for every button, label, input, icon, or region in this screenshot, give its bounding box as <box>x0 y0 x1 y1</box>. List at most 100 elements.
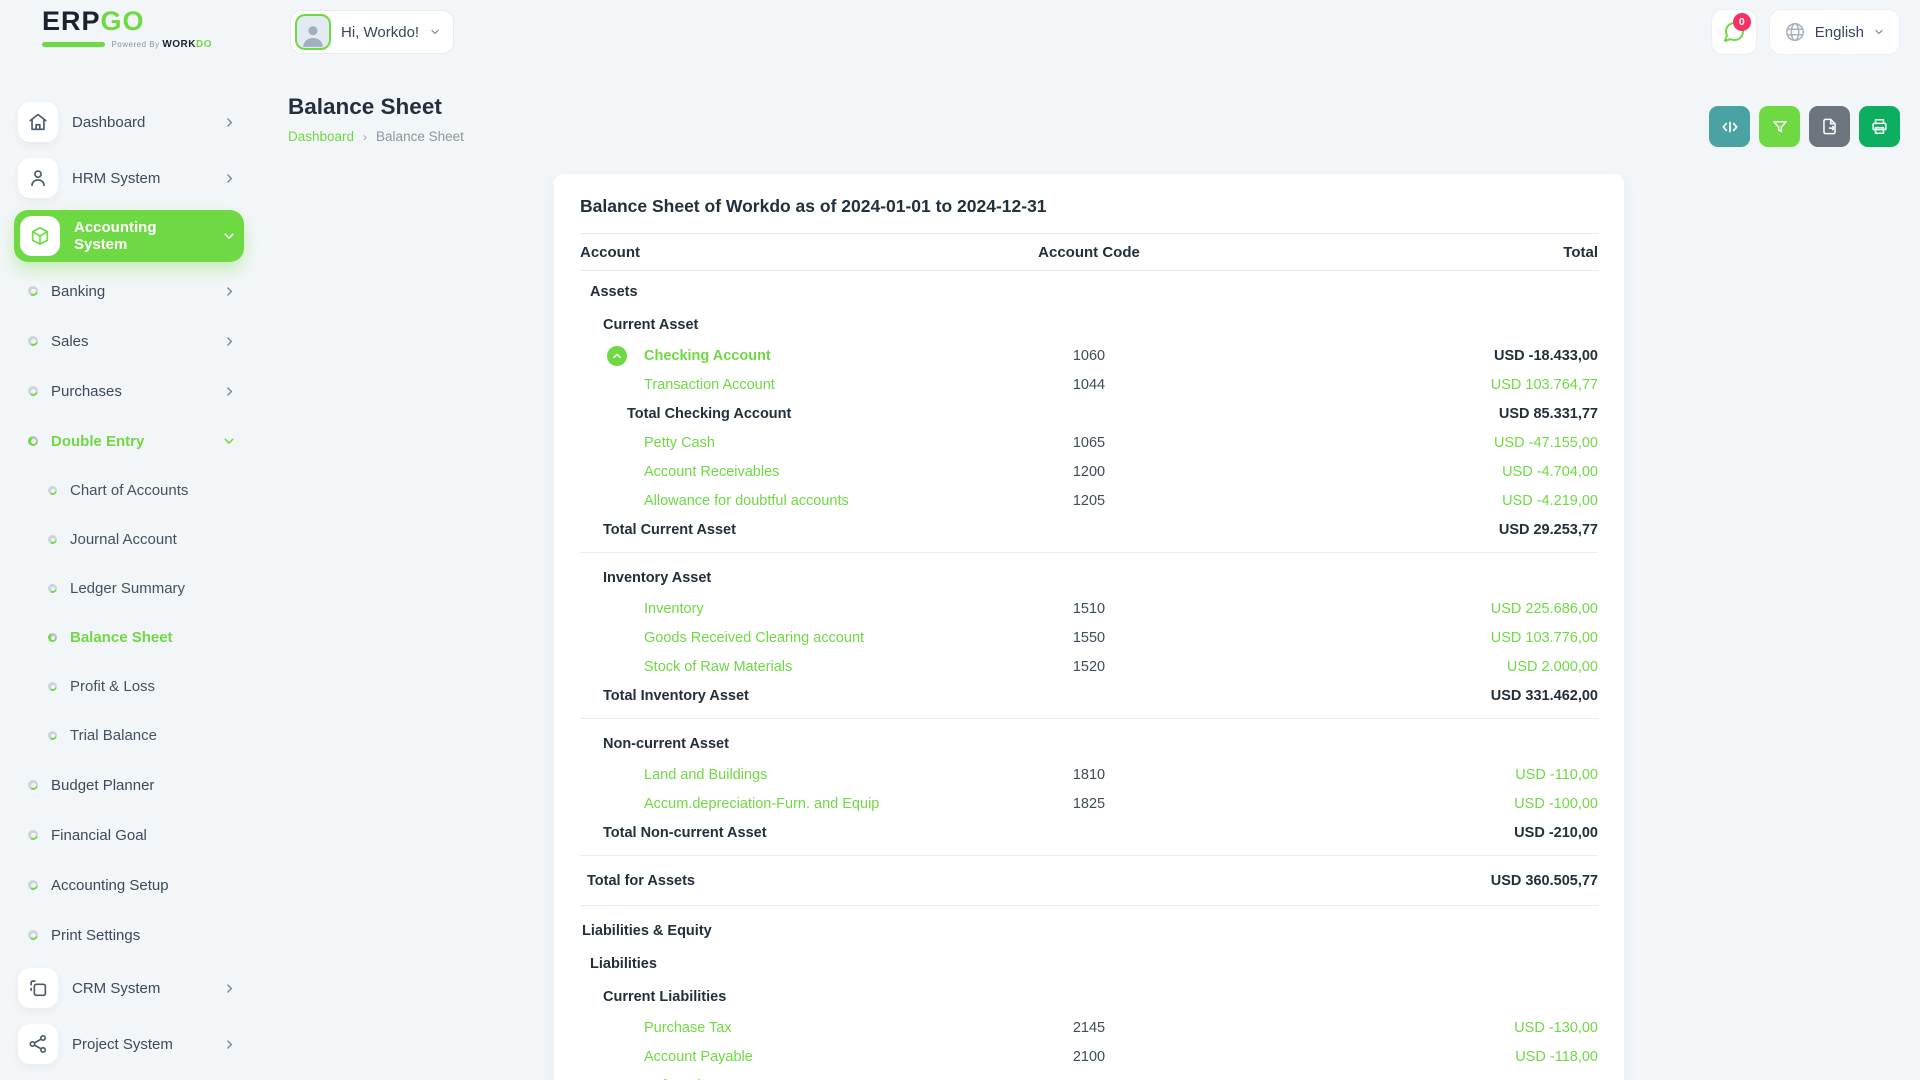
chevron-down-icon <box>222 434 236 448</box>
sidebar-item-accounting-setup[interactable]: Accounting Setup <box>14 860 244 910</box>
table-row: Goods Received Clearing account 1550 USD 1… <box>580 623 1598 652</box>
erpgo-app: ERPGO Powered By WORKDO Hi, Workdo! 0 En… <box>0 0 1920 1080</box>
sidebar-item-purchases[interactable]: Purchases <box>14 366 244 416</box>
column-total: Total <box>1563 243 1598 261</box>
main-content: Balance Sheet Dashboard › Balance Sheet <box>258 64 1920 1080</box>
bullet-icon <box>28 780 38 790</box>
sidebar-item-dashboard[interactable]: Dashboard <box>14 94 244 150</box>
bullet-icon <box>28 930 38 940</box>
sidebar-item-label: Ledger Summary <box>70 580 186 597</box>
sidebar-item-label: Chart of Accounts <box>70 482 189 499</box>
account-name[interactable]: Checking Account <box>580 345 979 366</box>
sidebar-item-label: Trial Balance <box>70 727 157 744</box>
table-header: Account Account Code Total <box>580 234 1598 271</box>
account-name: Inventory Asset <box>603 569 712 586</box>
account-name[interactable]: Accum.depreciation-Furn. and Equip <box>580 796 979 812</box>
account-name[interactable]: Transaction Account <box>580 377 979 393</box>
account-total: USD -100,00 <box>1514 795 1598 812</box>
account-name[interactable]: Land and Buildings <box>580 767 979 783</box>
table-row: Total Non-current Asset USD -210,00 <box>580 818 1598 847</box>
sidebar-item-financial-goal[interactable]: Financial Goal <box>14 810 244 860</box>
table-divider <box>580 855 1598 856</box>
account-code: 1200 <box>1072 463 1106 480</box>
breadcrumb-dashboard-link[interactable]: Dashboard <box>288 129 354 144</box>
user-menu[interactable]: Hi, Workdo! <box>290 10 455 54</box>
user-avatar <box>295 14 331 50</box>
account-total: USD -47.155,00 <box>1494 434 1598 451</box>
sidebar-item-banking[interactable]: Banking <box>14 266 244 316</box>
chevron-down-icon <box>1873 26 1885 38</box>
account-name[interactable]: Goods Received Clearing account <box>580 630 979 646</box>
account-total: USD 225.686,00 <box>1490 600 1598 617</box>
account-name: Current Asset <box>603 316 699 333</box>
account-name[interactable]: Inventory <box>580 601 979 617</box>
account-name[interactable]: Account Payable <box>580 1049 979 1065</box>
sidebar-item-trial-balance[interactable]: Trial Balance <box>14 711 244 760</box>
bullet-icon <box>48 633 57 642</box>
account-total: USD 29.253,77 <box>1498 521 1598 538</box>
account-total: USD -18.433,00 <box>1494 347 1598 364</box>
globe-icon <box>1784 21 1806 43</box>
sidebar-item-budget-planner[interactable]: Budget Planner <box>14 760 244 810</box>
notification-badge: 0 <box>1732 13 1751 31</box>
sidebar-item-ledger-summary[interactable]: Ledger Summary <box>14 564 244 613</box>
column-account: Account <box>580 243 640 261</box>
sidebar-item-accounting-system[interactable]: Accounting System <box>14 210 244 262</box>
account-total: USD 2.000,00 <box>1506 658 1598 675</box>
table-divider <box>580 552 1598 553</box>
logo-powered-by: Powered By WORKDO <box>111 39 212 50</box>
table-row: Inventory 1510 USD 225.686,00 <box>580 594 1598 623</box>
account-name: Assets <box>590 283 638 300</box>
sidebar-item-sales[interactable]: Sales <box>14 316 244 366</box>
breadcrumb-current: Balance Sheet <box>376 129 464 144</box>
print-button[interactable] <box>1859 106 1900 147</box>
code-compare-button[interactable] <box>1709 106 1750 147</box>
account-name[interactable]: Allowance for doubtful accounts <box>580 493 979 509</box>
filter-button[interactable] <box>1759 106 1800 147</box>
sidebar-item-crm-system[interactable]: CRM System <box>14 960 244 1016</box>
sidebar-item-balance-sheet[interactable]: Balance Sheet <box>14 613 244 662</box>
sidebar-item-label: Project System <box>72 1035 173 1053</box>
table-row: Liabilities <box>580 947 1598 980</box>
collapse-account-icon[interactable] <box>607 345 627 366</box>
sidebar-item-label: Accounting Setup <box>51 876 169 894</box>
sidebar-item-chart-of-accounts[interactable]: Chart of Accounts <box>14 466 244 515</box>
breadcrumb-separator-icon: › <box>363 129 368 144</box>
account-name[interactable]: Stock of Raw Materials <box>580 659 979 675</box>
erpgo-logo[interactable]: ERPGO Powered By WORKDO <box>42 8 212 50</box>
account-name[interactable]: Purchase Tax <box>580 1020 979 1036</box>
sidebar-item-print-settings[interactable]: Print Settings <box>14 910 244 960</box>
sidebar-item-double-entry[interactable]: Double Entry <box>14 416 244 466</box>
account-name[interactable]: Account Receivables <box>580 464 979 480</box>
sidebar-item-user-management[interactable]: User Management <box>14 1072 244 1080</box>
topbar: ERPGO Powered By WORKDO Hi, Workdo! 0 En… <box>0 0 1920 64</box>
account-total: USD 85.331,77 <box>1498 405 1598 422</box>
chevron-down-icon <box>429 26 441 38</box>
bullet-icon <box>48 731 57 740</box>
bullet-icon <box>28 386 38 396</box>
account-total: USD -110,00 <box>1515 766 1598 783</box>
table-row: Petty Cash 1065 USD -47.155,00 <box>580 428 1598 457</box>
account-total: USD -130,00 <box>1514 1019 1598 1036</box>
table-row: Total for Assets USD 360.505,77 <box>580 864 1598 897</box>
chevron-right-icon <box>223 1038 236 1051</box>
messages-button[interactable]: 0 <box>1710 9 1757 55</box>
sidebar: Dashboard HRM System Accounting System Bank… <box>0 64 258 1080</box>
sidebar-item-profit-loss[interactable]: Profit & Loss <box>14 662 244 711</box>
account-name[interactable]: Petty Cash <box>580 435 979 451</box>
language-selector[interactable]: English <box>1768 9 1900 55</box>
user-icon <box>18 158 58 198</box>
column-account-code: Account Code <box>1038 243 1140 261</box>
bullet-icon <box>48 535 57 544</box>
sidebar-item-project-system[interactable]: Project System <box>14 1016 244 1072</box>
table-row: Allowance for doubtful accounts 1205 USD -… <box>580 486 1598 515</box>
table-body: Assets Current Asset Checking Account 1060 U… <box>580 271 1598 1080</box>
table-row: Land and Buildings 1810 USD -110,00 <box>580 760 1598 789</box>
account-total: USD 360.505,77 <box>1490 872 1598 889</box>
sidebar-item-journal-account[interactable]: Journal Account <box>14 515 244 564</box>
bullet-icon <box>28 336 38 346</box>
table-row: Account Payable 2100 USD -118,00 <box>580 1042 1598 1071</box>
account-total: USD 103.776,00 <box>1490 629 1598 646</box>
sidebar-item-hrm-system[interactable]: HRM System <box>14 150 244 206</box>
export-button[interactable] <box>1809 106 1850 147</box>
